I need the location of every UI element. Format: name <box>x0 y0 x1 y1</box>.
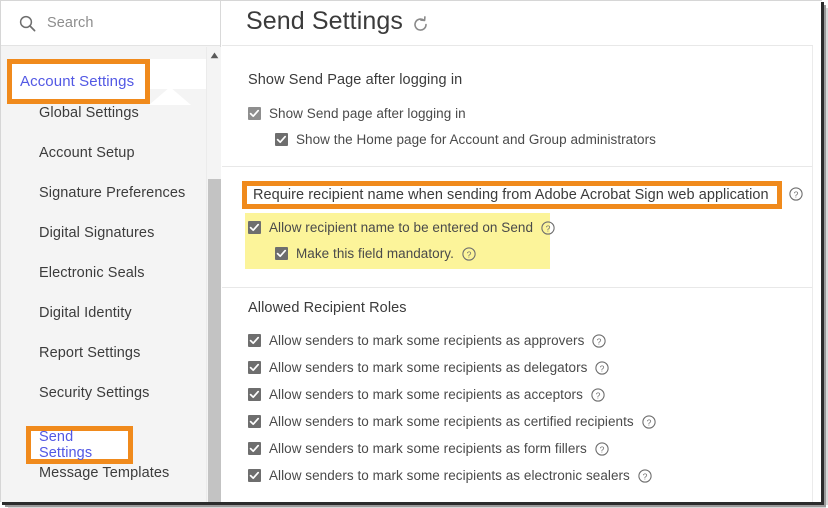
help-icon[interactable]: ? <box>595 441 609 456</box>
checkbox-row-show-home-page[interactable]: Show the Home page for Account and Group… <box>275 132 656 147</box>
checkbox-label: Allow senders to mark some recipients as… <box>269 441 587 456</box>
svg-text:?: ? <box>597 336 602 346</box>
nav-notch-cover <box>149 59 206 89</box>
sidebar-scrollbar[interactable] <box>206 47 221 503</box>
svg-text:?: ? <box>600 363 605 373</box>
sidebar-item-label: Account Setup <box>39 145 135 161</box>
checkbox-label: Show the Home page for Account and Group… <box>296 132 656 147</box>
help-icon[interactable]: ? <box>595 360 610 375</box>
sidebar-item-electronic-seals[interactable]: Electronic Seals <box>1 253 206 293</box>
help-icon[interactable]: ? <box>541 220 555 235</box>
search-field[interactable]: Search <box>1 1 220 46</box>
checkmark-icon <box>249 444 260 453</box>
help-icon[interactable]: ? <box>462 246 476 261</box>
checkbox-label: Allow recipient name to be entered on Se… <box>269 220 534 235</box>
checkbox-show-home-page[interactable] <box>275 133 288 146</box>
checkbox-row-role-approvers[interactable]: Allow senders to mark some recipients as… <box>248 333 607 348</box>
svg-text:?: ? <box>646 417 651 427</box>
checkmark-icon <box>276 135 287 144</box>
checkmark-icon <box>249 336 260 345</box>
sidebar-item-label: Security Settings <box>39 385 150 401</box>
checkbox-row-allow-recipient-name[interactable]: Allow recipient name to be entered on Se… <box>248 220 555 235</box>
search-placeholder: Search <box>47 15 94 31</box>
help-icon[interactable]: ? <box>638 468 652 483</box>
sidebar-item-label: Signature Preferences <box>39 185 186 201</box>
sidebar-item-label: Digital Identity <box>39 305 132 321</box>
checkbox-allow-recipient-name[interactable] <box>248 221 261 234</box>
checkbox-make-field-mandatory[interactable] <box>275 247 288 260</box>
checkbox-row-role-form-fillers[interactable]: Allow senders to mark some recipients as… <box>248 441 609 456</box>
section-heading-allowed-recipient-roles: Allowed Recipient Roles <box>248 300 407 316</box>
highlight-label-account-settings: Account Settings <box>20 73 135 90</box>
checkbox-role-delegators[interactable] <box>248 361 261 374</box>
sidebar-item-label: Message Templates <box>39 465 170 481</box>
checkmark-icon <box>249 109 260 118</box>
checkbox-label: Allow senders to mark some recipients as… <box>269 387 583 402</box>
svg-text:?: ? <box>599 444 604 454</box>
sidebar-item-report-settings[interactable]: Report Settings <box>1 333 206 373</box>
app-window: Search Account Settings Global Settings … <box>0 0 828 508</box>
sidebar-item-label: Electronic Seals <box>39 265 145 281</box>
checkmark-icon <box>276 249 287 258</box>
help-icon[interactable]: ? <box>592 333 607 348</box>
help-icon[interactable]: ? <box>642 414 656 429</box>
checkmark-icon <box>249 223 260 232</box>
checkbox-row-role-certified-recipients[interactable]: Allow senders to mark some recipients as… <box>248 414 656 429</box>
section-heading-show-send-page: Show Send Page after logging in <box>248 72 463 88</box>
checkbox-role-acceptors[interactable] <box>248 388 261 401</box>
checkbox-role-form-fillers[interactable] <box>248 442 261 455</box>
checkbox-role-electronic-sealers[interactable] <box>248 469 261 482</box>
checkbox-label: Show Send page after logging in <box>269 106 466 121</box>
checkbox-row-role-acceptors[interactable]: Allow senders to mark some recipients as… <box>248 387 605 402</box>
help-icon[interactable]: ? <box>789 187 803 201</box>
page-title: Send Settings <box>246 7 403 35</box>
sidebar-item-security-settings[interactable]: Security Settings <box>1 373 206 413</box>
highlight-label-send-settings: Send Settings <box>39 429 93 461</box>
checkmark-icon <box>249 417 260 426</box>
checkbox-label: Allow senders to mark some recipients as… <box>269 468 630 483</box>
section-heading-require-recipient-name: Require recipient name when sending from… <box>253 187 769 203</box>
sidebar-item-digital-signatures[interactable]: Digital Signatures <box>1 213 206 253</box>
checkmark-icon <box>249 471 260 480</box>
search-icon <box>19 15 36 31</box>
sidebar-item-label: Report Settings <box>39 345 141 361</box>
highlight-box-send-settings[interactable]: Send Settings <box>26 426 133 464</box>
scroll-up-button[interactable] <box>207 47 221 64</box>
checkbox-row-show-send-page[interactable]: Show Send page after logging in <box>248 106 466 121</box>
checkbox-label: Allow senders to mark some recipients as… <box>269 333 585 348</box>
content-right-rule <box>812 46 813 502</box>
divider-above-roles <box>222 287 813 288</box>
checkbox-role-approvers[interactable] <box>248 334 261 347</box>
sidebar-item-label: Digital Signatures <box>39 225 155 241</box>
caret-up-icon <box>210 52 218 59</box>
refresh-icon[interactable] <box>412 15 429 33</box>
scrollbar-thumb[interactable] <box>208 179 221 503</box>
divider-below-title <box>222 45 813 46</box>
svg-text:?: ? <box>546 223 551 233</box>
checkmark-icon <box>249 390 260 399</box>
checkbox-show-send-page[interactable] <box>248 107 261 120</box>
checkbox-label: Allow senders to mark some recipients as… <box>269 360 588 375</box>
highlight-box-account-settings[interactable]: Account Settings <box>7 59 150 104</box>
svg-text:?: ? <box>794 189 799 199</box>
checkmark-icon <box>249 363 260 372</box>
main-content: Send Settings Show Send Page after loggi… <box>222 1 821 502</box>
svg-text:?: ? <box>466 249 471 259</box>
highlight-box-require-recipient-name: Require recipient name when sending from… <box>242 181 782 209</box>
checkbox-row-role-electronic-sealers[interactable]: Allow senders to mark some recipients as… <box>248 468 652 483</box>
page-header: Send Settings <box>246 7 429 36</box>
checkbox-row-role-delegators[interactable]: Allow senders to mark some recipients as… <box>248 360 610 375</box>
checkbox-label: Allow senders to mark some recipients as… <box>269 414 634 429</box>
checkbox-role-certified-recipients[interactable] <box>248 415 261 428</box>
checkbox-row-make-field-mandatory[interactable]: Make this field mandatory. ? <box>275 246 476 261</box>
divider-above-require <box>222 166 813 167</box>
sidebar-item-label: Global Settings <box>39 105 139 121</box>
sidebar-item-account-setup[interactable]: Account Setup <box>1 133 206 173</box>
help-icon[interactable]: ? <box>591 387 605 402</box>
sidebar-item-digital-identity[interactable]: Digital Identity <box>1 293 206 333</box>
sidebar-item-signature-preferences[interactable]: Signature Preferences <box>1 173 206 213</box>
svg-text:?: ? <box>595 390 600 400</box>
checkbox-label: Make this field mandatory. <box>296 246 454 261</box>
svg-text:?: ? <box>642 471 647 481</box>
